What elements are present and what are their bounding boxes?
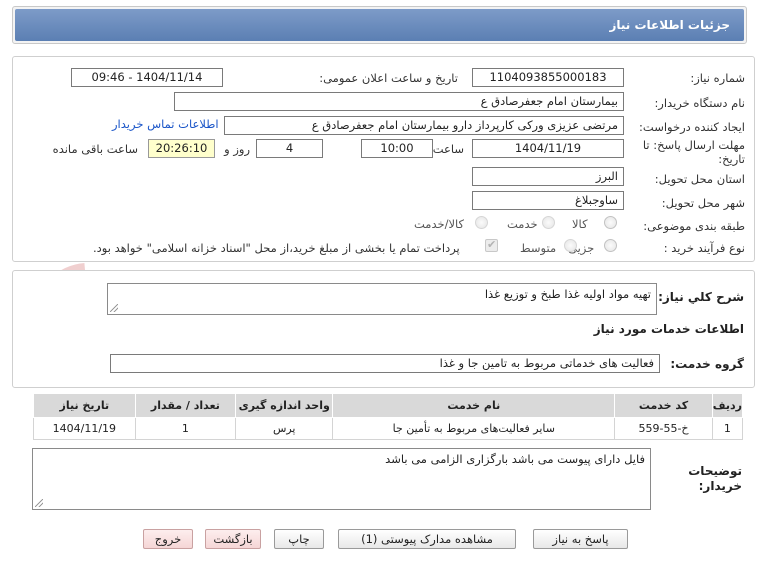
col-header-unit: واحد اندازه گیری <box>235 393 334 418</box>
creator-label: ایجاد کننده درخواست: <box>639 120 745 134</box>
deadline-label-date: تاریخ: <box>718 152 745 166</box>
remaining-time-field: 20:26:10 <box>148 139 215 158</box>
resize-grip-icon[interactable] <box>35 499 43 507</box>
cell-need-date: 1404/11/19 <box>33 417 136 440</box>
days-label: روز و <box>224 142 250 156</box>
deadline-date-field: 1404/11/19 <box>472 139 624 158</box>
process-medium-label: متوسط <box>520 241 557 255</box>
exit-button[interactable]: خروج <box>143 529 193 549</box>
col-header-need-date: تاریخ نیاز <box>33 393 136 418</box>
deadline-label: مهلت ارسال پاسخ: تا <box>642 138 745 152</box>
treasury-payment-checkbox[interactable] <box>485 238 498 252</box>
notes-text: فایل دارای پیوست می باشد بارگزاری الزامی… <box>385 452 645 466</box>
service-group-field: فعالیت های خدماتی مربوط به تامین جا و غذ… <box>110 354 660 373</box>
page: AriaTender.net جزئیات اطلاعات نیاز شماره… <box>0 0 761 566</box>
services-table: ردیف کد خدمت نام خدمت واحد اندازه گیری ت… <box>33 393 744 440</box>
announce-date-field: 1404/11/14 - 09:46 <box>71 68 223 87</box>
summary-label: شرح کلي نياز: <box>658 290 744 304</box>
contact-buyer-link[interactable]: اطلاعات تماس خریدار <box>112 117 219 131</box>
deadline-time-field: 10:00 <box>361 139 433 158</box>
creator-field: مرتضی عزیزی ورکی کارپرداز دارو بیمارستان… <box>224 116 624 135</box>
notes-textarea[interactable]: فایل دارای پیوست می باشد بارگزاری الزامی… <box>32 448 651 510</box>
view-attachments-button[interactable]: مشاهده مدارک پیوستی (1) <box>338 529 516 549</box>
title-bar: جزئیات اطلاعات نیاز <box>15 9 744 41</box>
category-goods-label: کالا <box>572 217 588 231</box>
remaining-time-label: ساعت باقی مانده <box>52 142 138 156</box>
city-label: شهر محل تحویل: <box>661 196 745 210</box>
col-header-row-number: ردیف <box>711 393 744 418</box>
deadline-time-label: ساعت <box>432 142 464 156</box>
back-button[interactable]: بازگشت <box>205 529 261 549</box>
col-header-quantity: تعداد / مقدار <box>134 393 237 418</box>
resize-grip-icon[interactable] <box>110 304 118 312</box>
process-medium-radio[interactable] <box>564 239 577 252</box>
buyer-org-field: بیمارستان امام جعفرصادق ع <box>174 92 624 111</box>
city-field: ساوجبلاغ <box>472 191 624 210</box>
announce-date-label: تاریخ و ساعت اعلان عمومی: <box>319 71 458 85</box>
category-goods-service-radio[interactable] <box>475 216 488 229</box>
category-label: طبقه بندی موضوعی: <box>643 219 745 233</box>
process-type-label: نوع فرآیند خرید : <box>663 241 745 255</box>
need-number-label: شماره نیاز: <box>690 71 745 85</box>
col-header-service-name: نام خدمت <box>332 393 616 418</box>
days-remaining-field: 4 <box>256 139 323 158</box>
category-service-radio[interactable] <box>542 216 555 229</box>
table-header-row: ردیف کد خدمت نام خدمت واحد اندازه گیری ت… <box>33 393 744 418</box>
province-label: استان محل تحویل: <box>654 172 745 186</box>
reply-button[interactable]: پاسخ به نیاز <box>533 529 628 549</box>
cell-service-code: خ-55-559 <box>614 417 713 440</box>
process-minor-radio[interactable] <box>604 239 617 252</box>
service-group-label: گروه خدمت: <box>670 357 744 371</box>
cell-quantity: 1 <box>134 417 237 440</box>
cell-unit: پرس <box>235 417 334 440</box>
page-title: جزئیات اطلاعات نیاز <box>609 18 730 32</box>
need-number-field: 1104093855000183 <box>472 68 624 87</box>
print-button[interactable]: چاپ <box>274 529 324 549</box>
cell-service-name: سایر فعالیت‌های مربوط به تأمین جا <box>332 417 616 440</box>
col-header-service-code: کد خدمت <box>614 393 713 418</box>
table-row: 1 خ-55-559 سایر فعالیت‌های مربوط به تأمی… <box>33 417 744 440</box>
services-section-title: اطلاعات خدمات مورد نیاز <box>593 322 744 336</box>
province-field: البرز <box>472 167 624 186</box>
notes-label: توضیحات <box>688 464 742 478</box>
cell-row-number: 1 <box>711 417 744 440</box>
category-service-label: خدمت <box>507 217 538 231</box>
notes-label-buyer: خریدار: <box>698 479 742 493</box>
title-bar-frame: جزئیات اطلاعات نیاز <box>12 6 747 44</box>
summary-text: تهیه مواد اولیه غذا طبخ و توزیع غذا <box>484 287 651 301</box>
summary-textarea[interactable]: تهیه مواد اولیه غذا طبخ و توزیع غذا <box>107 283 657 315</box>
category-goods-service-label: کالا/خدمت <box>414 217 465 231</box>
buyer-org-label: نام دستگاه خریدار: <box>654 96 745 110</box>
treasury-payment-note: پرداخت تمام یا بخشی از مبلغ خرید،از محل … <box>93 241 460 255</box>
category-goods-radio[interactable] <box>604 216 617 229</box>
